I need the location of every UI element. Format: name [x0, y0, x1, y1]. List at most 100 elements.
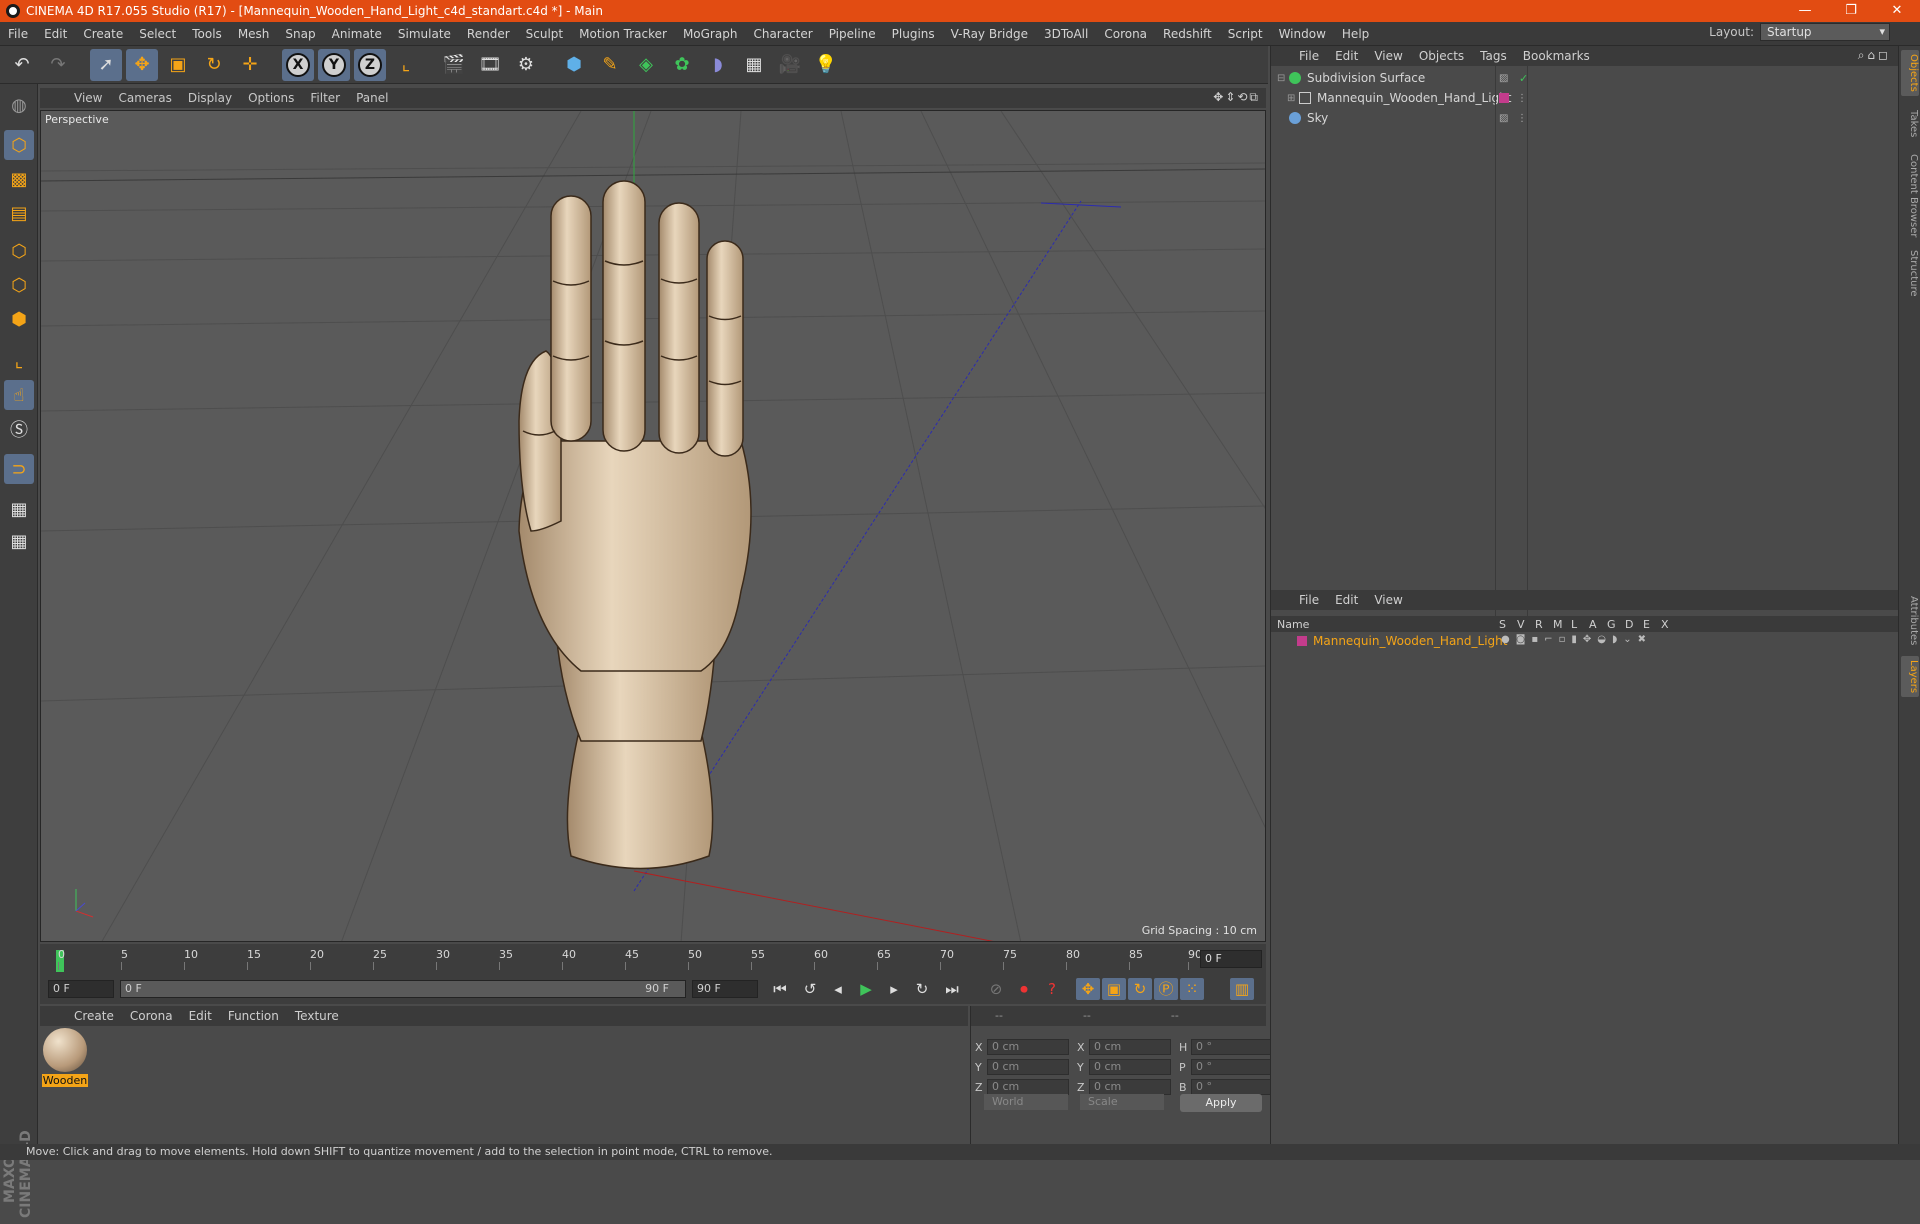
tab-objects[interactable]: Objects	[1901, 50, 1919, 96]
menu-help[interactable]: Help	[1334, 27, 1377, 41]
layer-col-xref[interactable]: X	[1661, 618, 1669, 631]
menu-redshift[interactable]: Redshift	[1155, 27, 1220, 41]
objects-menu-objects[interactable]: Objects	[1411, 49, 1472, 63]
menu-corona[interactable]: Corona	[1096, 27, 1155, 41]
workplane-rotate-icon[interactable]: ▦	[4, 526, 34, 556]
layers-menu-file[interactable]: File	[1291, 593, 1327, 607]
layer-color-swatch[interactable]	[1297, 636, 1307, 646]
go-to-start-icon[interactable]: ⏮	[768, 978, 792, 1000]
material-menu-create[interactable]: Create	[66, 1009, 122, 1023]
menu-mograph[interactable]: MoGraph	[675, 27, 746, 41]
objects-menu-tags[interactable]: Tags	[1472, 49, 1515, 63]
minimize-button[interactable]: —	[1782, 0, 1828, 22]
axis-mode-icon[interactable]: ⌞	[4, 346, 34, 376]
snap-icon[interactable]: ⊃	[4, 454, 34, 484]
menu-select[interactable]: Select	[131, 27, 184, 41]
x-axis-lock-icon[interactable]: X	[282, 48, 314, 81]
layers-menu-view[interactable]: View	[1366, 593, 1410, 607]
render-settings-icon[interactable]: ⚙	[510, 49, 542, 81]
perspective-viewport[interactable]: Perspective Grid Spacing : 10 cm	[40, 110, 1266, 942]
camera-icon[interactable]: 🎥	[774, 49, 806, 81]
rotation-b-field[interactable]: 0 °	[1191, 1079, 1273, 1095]
undo-icon[interactable]: ↶	[6, 49, 38, 81]
material-menu-texture[interactable]: Texture	[287, 1009, 347, 1023]
key-parameter-icon[interactable]: Ⓟ	[1154, 978, 1178, 1000]
material-swatch[interactable]: Wooden	[42, 1028, 88, 1088]
position-x-field[interactable]: 0 cm	[987, 1039, 1069, 1055]
record-active-icon[interactable]: ⏺	[1012, 978, 1036, 1000]
workplane-lock-icon[interactable]: ▦	[4, 494, 34, 524]
object-row[interactable]: Sky ▨ ⋮	[1271, 108, 1899, 128]
tab-structure[interactable]: Structure	[1901, 246, 1919, 301]
viewport-menu-display[interactable]: Display	[180, 91, 240, 105]
layer-col-solo[interactable]: S	[1499, 618, 1506, 631]
deformer-icon[interactable]: ◗	[702, 49, 734, 81]
timeline-ruler[interactable]: 0 5 10 15 20 25 30 35 40 45 50 55 60 65 …	[48, 946, 1202, 972]
coordinate-mode-dropdown[interactable]: Scale	[1080, 1094, 1164, 1110]
size-z-field[interactable]: 0 cm	[1089, 1079, 1171, 1095]
visibility-dots-icon[interactable]: ▨	[1499, 113, 1508, 124]
menu-sculpt[interactable]: Sculpt	[518, 27, 571, 41]
floor-icon[interactable]: ▦	[738, 49, 770, 81]
start-frame-field[interactable]: 0 F	[48, 980, 114, 998]
material-menu-function[interactable]: Function	[220, 1009, 287, 1023]
previous-key-icon[interactable]: ↺	[798, 978, 822, 1000]
menu-edit[interactable]: Edit	[36, 27, 75, 41]
model-mode-icon[interactable]: ⬡	[4, 130, 34, 160]
tweak-mode-icon[interactable]: ☝	[4, 380, 34, 410]
menu-vray-bridge[interactable]: V-Ray Bridge	[943, 27, 1036, 41]
material-menu-edit[interactable]: Edit	[181, 1009, 220, 1023]
end-frame-field[interactable]: 90 F	[692, 980, 758, 998]
menu-character[interactable]: Character	[745, 27, 820, 41]
layer-col-animation[interactable]: A	[1589, 618, 1597, 631]
coordinate-space-dropdown[interactable]: World	[984, 1094, 1068, 1110]
menu-simulate[interactable]: Simulate	[390, 27, 459, 41]
layer-toggle-icons[interactable]: ●◙▪⌐▫▮✥◒◗⌄✖	[1501, 634, 1652, 645]
key-pla-icon[interactable]: ⁙	[1180, 978, 1204, 1000]
layer-col-locked[interactable]: L	[1571, 618, 1577, 631]
menu-plugins[interactable]: Plugins	[884, 27, 943, 41]
menu-script[interactable]: Script	[1220, 27, 1271, 41]
layer-col-name[interactable]: Name	[1277, 618, 1309, 631]
current-frame-field[interactable]: 0 F	[1200, 950, 1262, 968]
solo-mode-icon[interactable]: Ⓢ	[4, 414, 34, 444]
material-menu-corona[interactable]: Corona	[122, 1009, 181, 1023]
redo-icon[interactable]: ↷	[42, 49, 74, 81]
menu-tools[interactable]: Tools	[184, 27, 230, 41]
polygons-mode-icon[interactable]: ⬢	[4, 304, 34, 334]
move-tool-icon[interactable]: ✥	[126, 48, 158, 81]
motion-path-icon[interactable]: ⊘	[984, 978, 1008, 1000]
expand-icon[interactable]: ⊞	[1287, 93, 1295, 104]
viewport-menu-filter[interactable]: Filter	[302, 91, 348, 105]
menu-3dtoall[interactable]: 3DToAll	[1036, 27, 1096, 41]
layer-col-deformers[interactable]: D	[1625, 618, 1633, 631]
next-frame-icon[interactable]: ▸	[882, 978, 906, 1000]
visibility-dots-icon[interactable]: ⋮	[1517, 113, 1527, 124]
layer-col-view[interactable]: V	[1517, 618, 1525, 631]
viewport-nav-icons[interactable]: ✥⇕⟲⧉	[1213, 90, 1260, 105]
layers-menu-edit[interactable]: Edit	[1327, 593, 1366, 607]
size-y-field[interactable]: 0 cm	[1089, 1059, 1171, 1075]
play-icon[interactable]: ▶	[854, 978, 878, 1000]
objects-menu-file[interactable]: File	[1291, 49, 1327, 63]
rotation-h-field[interactable]: 0 °	[1191, 1039, 1273, 1055]
visibility-dots-icon[interactable]: ⋮	[1517, 93, 1527, 104]
workplane-mode-icon[interactable]: ▤	[4, 198, 34, 228]
key-rotation-icon[interactable]: ↻	[1128, 978, 1152, 1000]
menu-motion-tracker[interactable]: Motion Tracker	[571, 27, 675, 41]
menu-pipeline[interactable]: Pipeline	[821, 27, 884, 41]
restore-button[interactable]: ❐	[1828, 0, 1874, 22]
light-icon[interactable]: 💡	[810, 49, 842, 81]
menu-animate[interactable]: Animate	[324, 27, 390, 41]
make-editable-icon[interactable]: ◍	[4, 90, 34, 120]
go-to-end-icon[interactable]: ⏭	[940, 978, 964, 1000]
rotation-p-field[interactable]: 0 °	[1191, 1059, 1273, 1075]
tab-attributes[interactable]: Attributes	[1901, 592, 1919, 649]
objects-menu-edit[interactable]: Edit	[1327, 49, 1366, 63]
position-z-field[interactable]: 0 cm	[987, 1079, 1069, 1095]
key-position-icon[interactable]: ✥	[1076, 978, 1100, 1000]
menu-snap[interactable]: Snap	[277, 27, 323, 41]
position-y-field[interactable]: 0 cm	[987, 1059, 1069, 1075]
close-button[interactable]: ✕	[1874, 0, 1920, 22]
size-x-field[interactable]: 0 cm	[1089, 1039, 1171, 1055]
